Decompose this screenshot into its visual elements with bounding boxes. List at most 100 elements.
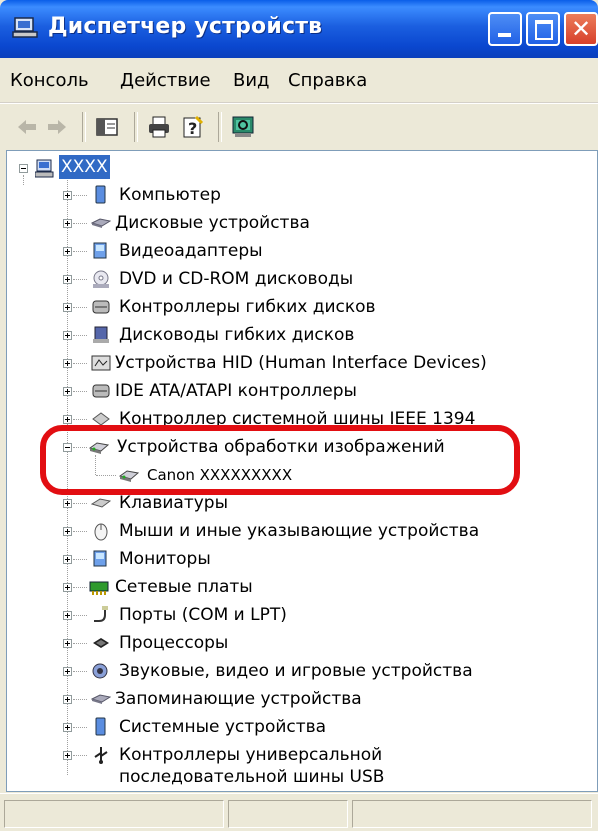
tree-category-label[interactable]: Процессоры	[119, 629, 228, 657]
tree-root[interactable]: XXXX	[7, 155, 307, 183]
ieee1394-icon	[92, 412, 110, 426]
tree-guide-line	[73, 699, 87, 701]
expand-icon[interactable]	[63, 527, 72, 536]
device-tree[interactable]: XXXX Компьютер Дисковые устройства Видео…	[6, 150, 598, 792]
collapse-icon[interactable]	[63, 443, 72, 452]
computer-icon	[95, 185, 106, 204]
expand-icon[interactable]	[63, 639, 72, 648]
collapse-icon[interactable]	[19, 164, 28, 173]
menu-action[interactable]: Действие	[120, 70, 211, 91]
maximize-button[interactable]	[526, 12, 560, 46]
tree-category-ieee1394[interactable]: Контроллер системной шины IEEE 1394	[7, 405, 567, 433]
floppy-drive-icon	[93, 326, 109, 343]
expand-icon[interactable]	[63, 723, 72, 732]
tree-category-floppy-controllers[interactable]: Контроллеры гибких дисков	[7, 293, 567, 321]
tree-category-label[interactable]: Устройства HID (Human Interface Devices)	[115, 349, 487, 377]
tree-category-label[interactable]: Дисководы гибких дисков	[119, 321, 354, 349]
tree-category-label[interactable]: Компьютер	[119, 181, 221, 209]
tree-guide-line	[73, 727, 87, 729]
tree-category-system-devices[interactable]: Системные устройства	[7, 713, 567, 741]
tree-category-floppy-drives[interactable]: Дисководы гибких дисков	[7, 321, 567, 349]
forward-icon[interactable]	[44, 114, 70, 140]
tree-category-keyboards[interactable]: Клавиатуры	[7, 489, 567, 517]
tree-guide-line	[73, 279, 87, 281]
controller-icon	[92, 384, 110, 398]
tree-category-dvd-cd-rom[interactable]: DVD и CD-ROM дисководы	[7, 265, 567, 293]
tree-category-storage[interactable]: Запоминающие устройства	[7, 685, 567, 713]
minimize-button[interactable]	[488, 12, 522, 46]
tree-device-label[interactable]: Canon XXXXXXXXX	[147, 461, 292, 489]
tree-category-label[interactable]: IDE ATA/ATAPI контроллеры	[115, 377, 357, 405]
tree-category-label[interactable]: Устройства обработки изображений	[117, 433, 445, 461]
title-bar[interactable]: Диспетчер устройств ✕	[0, 0, 598, 58]
properties-icon[interactable]	[94, 114, 120, 140]
tree-category-label[interactable]: Сетевые платы	[115, 573, 253, 601]
tree-category-label[interactable]: Видеоадаптеры	[119, 237, 263, 265]
tree-guide-line	[73, 419, 87, 421]
tree-category-ports[interactable]: Порты (COM и LPT)	[7, 601, 567, 629]
tree-root-label[interactable]: XXXX	[59, 155, 110, 179]
tree-category-label[interactable]: Мыши и иные указывающие устройства	[119, 517, 479, 545]
expand-icon[interactable]	[63, 415, 72, 424]
tree-device-canon[interactable]: Canon XXXXXXXXX	[7, 461, 567, 489]
close-icon: ✕	[570, 15, 592, 43]
tree-category-label[interactable]: Клавиатуры	[119, 489, 228, 517]
menu-console[interactable]: Консоль	[10, 70, 89, 91]
expand-icon[interactable]	[63, 555, 72, 564]
expand-icon[interactable]	[63, 667, 72, 676]
expand-icon[interactable]	[63, 331, 72, 340]
tree-category-label[interactable]: DVD и CD-ROM дисководы	[119, 265, 353, 293]
help-icon[interactable]: ?	[180, 114, 206, 140]
tree-category-label[interactable]: Контроллер системной шины IEEE 1394	[119, 405, 475, 433]
keyboard-icon	[91, 498, 111, 508]
expand-icon[interactable]	[63, 359, 72, 368]
disk-drive-icon	[91, 218, 111, 228]
tree-category-label[interactable]: Порты (COM и LPT)	[119, 601, 287, 629]
tree-category-label[interactable]: Звуковые, видео и игровые устройства	[119, 657, 473, 685]
close-button[interactable]: ✕	[564, 12, 598, 46]
tree-category-disk-drives[interactable]: Дисковые устройства	[7, 209, 567, 237]
tree-category-label[interactable]: Мониторы	[119, 545, 211, 573]
mouse-icon	[94, 523, 108, 541]
system-devices-icon	[95, 717, 106, 736]
expand-icon[interactable]	[63, 611, 72, 620]
tree-category-label[interactable]: Контроллеры гибких дисков	[119, 293, 376, 321]
tree-category-mice[interactable]: Мыши и иные указывающие устройства	[7, 517, 567, 545]
expand-icon[interactable]	[63, 387, 72, 396]
menu-view[interactable]: Вид	[233, 70, 270, 91]
scan-hardware-icon[interactable]	[230, 114, 256, 140]
tree-category-ide-ata[interactable]: IDE ATA/ATAPI контроллеры	[7, 377, 567, 405]
back-icon[interactable]	[14, 114, 40, 140]
tree-category-sound-video[interactable]: Звуковые, видео и игровые устройства	[7, 657, 567, 685]
device-manager-window: Диспетчер устройств ✕ Консоль Действие В…	[0, 0, 598, 831]
tree-category-imaging-devices[interactable]: Устройства обработки изображений	[7, 433, 567, 461]
tree-category-hid[interactable]: Устройства HID (Human Interface Devices)	[7, 349, 567, 377]
tree-category-processors[interactable]: Процессоры	[7, 629, 567, 657]
tree-category-display-adapters[interactable]: Видеоадаптеры	[7, 237, 567, 265]
tree-category-label[interactable]: Системные устройства	[119, 713, 326, 741]
expand-icon[interactable]	[63, 275, 72, 284]
expand-icon[interactable]	[63, 191, 72, 200]
expand-icon[interactable]	[63, 751, 72, 760]
monitor-icon	[93, 550, 107, 567]
tree-guide-line	[73, 307, 87, 309]
scanner-icon	[89, 442, 109, 454]
tree-category-label[interactable]: Запоминающие устройства	[115, 685, 362, 713]
tree-category-network-adapters[interactable]: Сетевые платы	[7, 573, 567, 601]
expand-icon[interactable]	[63, 247, 72, 256]
print-icon[interactable]	[146, 114, 172, 140]
processor-icon	[93, 638, 109, 648]
tree-category-label[interactable]: Дисковые устройства	[115, 209, 310, 237]
tree-category-monitors[interactable]: Мониторы	[7, 545, 567, 573]
maximize-icon	[535, 20, 553, 40]
storage-icon	[91, 694, 111, 704]
svg-text:?: ?	[188, 119, 197, 138]
menu-help[interactable]: Справка	[288, 70, 367, 91]
expand-icon[interactable]	[63, 219, 72, 228]
expand-icon[interactable]	[63, 303, 72, 312]
expand-icon[interactable]	[63, 499, 72, 508]
expand-icon[interactable]	[63, 583, 72, 592]
expand-icon[interactable]	[63, 695, 72, 704]
tree-guide-line	[73, 671, 87, 673]
tree-category-computer[interactable]: Компьютер	[7, 181, 567, 209]
